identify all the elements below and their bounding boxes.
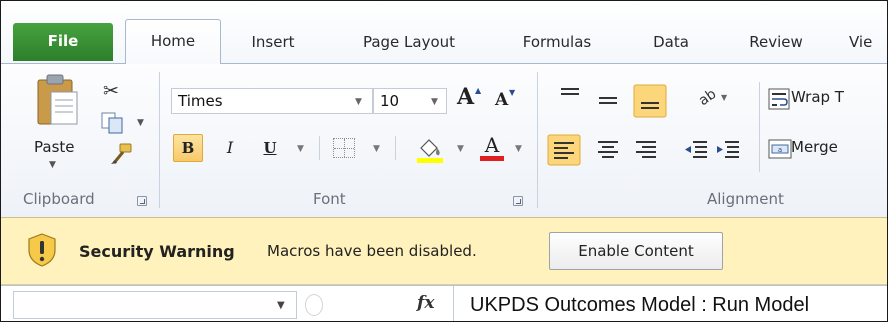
tab-formulas[interactable]: Formulas: [506, 25, 608, 63]
align-middle-icon[interactable]: [595, 88, 621, 114]
divider: [395, 136, 396, 160]
paste-button[interactable]: Paste: [34, 138, 75, 156]
chevron-down-icon[interactable]: ▼: [431, 97, 438, 107]
font-group-label: Font: [313, 190, 346, 208]
increase-indent-icon[interactable]: [715, 136, 741, 162]
scissors-icon[interactable]: ✂: [103, 80, 125, 102]
chevron-down-icon[interactable]: ▼: [373, 144, 380, 154]
svg-text:a: a: [778, 146, 782, 154]
insert-function-icon[interactable]: fx: [417, 293, 434, 313]
excel-window: File Home Insert Page Layout Formulas Da…: [0, 0, 888, 322]
chevron-down-icon[interactable]: ▼: [457, 144, 464, 154]
tab-page-layout[interactable]: Page Layout: [343, 25, 475, 63]
chevron-down-icon[interactable]: ▼: [137, 118, 144, 128]
formula-bar: ▼ fx UKPDS Outcomes Model : Run Model: [1, 285, 887, 321]
warning-shield-icon: [28, 233, 56, 267]
enable-content-button[interactable]: Enable Content: [549, 232, 723, 270]
align-right-icon[interactable]: [633, 136, 659, 162]
align-center-icon[interactable]: [595, 136, 621, 162]
wrap-text-button[interactable]: Wrap T: [791, 88, 844, 106]
svg-text:ab: ab: [696, 86, 720, 109]
grow-font-button[interactable]: A: [457, 84, 474, 110]
paste-icon[interactable]: [35, 72, 81, 128]
italic-button[interactable]: I: [219, 134, 241, 162]
font-name-dropdown[interactable]: Times: [171, 88, 373, 114]
tab-insert[interactable]: Insert: [237, 25, 309, 63]
shrink-font-button[interactable]: A: [495, 90, 508, 110]
caret-up-icon: ▲: [475, 86, 482, 95]
security-warning-title: Security Warning: [79, 242, 235, 261]
cancel-entry-icon[interactable]: [305, 294, 323, 316]
ribbon-tab-strip: File Home Insert Page Layout Formulas Da…: [1, 1, 887, 64]
fill-color-icon[interactable]: [415, 136, 445, 164]
copy-icon[interactable]: [101, 112, 127, 134]
group-divider: [537, 72, 538, 208]
align-bottom-icon[interactable]: [633, 84, 667, 118]
dialog-launcher-icon[interactable]: [513, 196, 523, 206]
divider: [759, 82, 760, 172]
dialog-launcher-icon[interactable]: [137, 196, 147, 206]
tab-review[interactable]: Review: [736, 25, 816, 63]
caret-down-icon: ▼: [509, 88, 516, 97]
ribbon-home: Paste ▼ ✂ ▼ Clipboard Times ▼ 10 ▼ A ▲ A…: [1, 63, 887, 217]
underline-button[interactable]: U: [259, 134, 281, 162]
wrap-text-icon[interactable]: [767, 86, 793, 112]
format-painter-icon[interactable]: [109, 142, 133, 166]
borders-icon[interactable]: [333, 138, 355, 158]
divider: [319, 136, 320, 160]
svg-text:A: A: [484, 133, 500, 157]
security-warning-bar: Security Warning Macros have been disabl…: [1, 217, 887, 285]
tab-file[interactable]: File: [13, 23, 113, 61]
merge-center-icon[interactable]: a: [767, 136, 793, 162]
name-box[interactable]: [13, 291, 297, 319]
orientation-icon[interactable]: ab ▼: [695, 84, 731, 110]
align-left-icon[interactable]: [547, 134, 581, 166]
chevron-down-icon[interactable]: ▼: [515, 144, 522, 154]
clipboard-group-label: Clipboard: [23, 190, 95, 208]
tab-data[interactable]: Data: [641, 25, 701, 63]
merge-center-button[interactable]: Merge: [791, 138, 838, 156]
bold-button[interactable]: B: [173, 134, 203, 162]
tab-view[interactable]: Vie: [849, 25, 887, 63]
chevron-down-icon[interactable]: ▼: [277, 300, 285, 311]
font-color-icon[interactable]: A: [477, 132, 507, 164]
svg-text:▼: ▼: [721, 93, 728, 102]
chevron-down-icon[interactable]: ▼: [49, 160, 56, 170]
alignment-group-label: Alignment: [707, 190, 784, 208]
group-divider: [159, 72, 160, 208]
decrease-indent-icon[interactable]: [683, 136, 709, 162]
tab-home[interactable]: Home: [125, 19, 221, 64]
chevron-down-icon[interactable]: ▼: [355, 97, 362, 107]
formula-input[interactable]: UKPDS Outcomes Model : Run Model: [453, 286, 887, 321]
align-top-icon[interactable]: [557, 84, 583, 110]
chevron-down-icon[interactable]: ▼: [297, 144, 304, 154]
security-warning-message: Macros have been disabled.: [267, 242, 477, 260]
